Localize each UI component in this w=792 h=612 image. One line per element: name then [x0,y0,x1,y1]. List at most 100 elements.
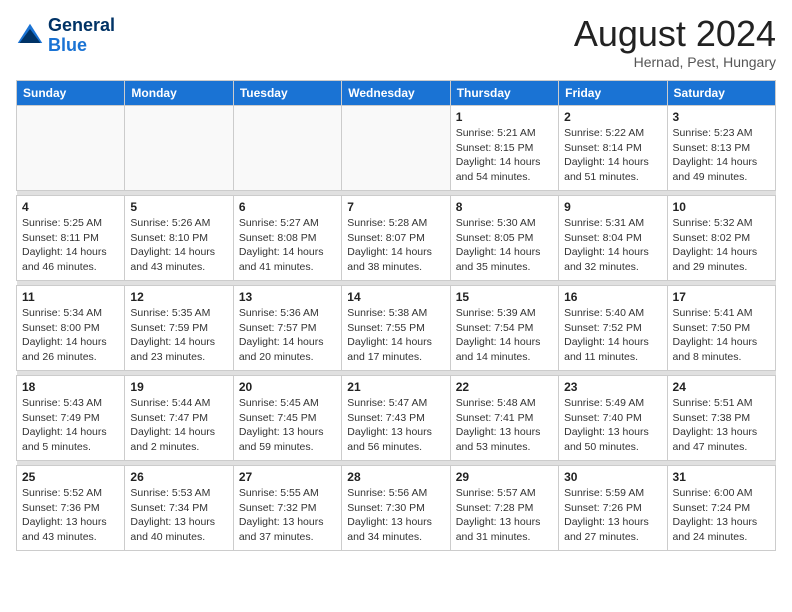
logo-icon [16,22,44,50]
calendar-cell: 2Sunrise: 5:22 AM Sunset: 8:14 PM Daylig… [559,106,667,191]
calendar-cell: 23 Sunrise: 5:49 AM Sunset: 7:40 PM Dayli… [559,376,667,461]
calendar-cell: 10 Sunrise: 5:32 AM Sunset: 8:02 PM Dayli… [667,196,775,281]
calendar-cell: 8 Sunrise: 5:30 AM Sunset: 8:05 PM Daylig… [450,196,558,281]
day-info: Sunrise: 5:59 AM Sunset: 7:26 PM Dayligh… [564,486,661,545]
day-info: Sunrise: 5:25 AM Sunset: 8:11 PM Dayligh… [22,216,119,275]
weekday-header-sunday: Sunday [17,81,125,106]
day-info: Sunrise: 5:49 AM Sunset: 7:40 PM Dayligh… [564,396,661,455]
day-number: 4 [22,200,119,214]
calendar-cell [17,106,125,191]
calendar-cell: 31 Sunrise: 6:00 AM Sunset: 7:24 PM Dayli… [667,466,775,551]
day-info: Sunrise: 5:39 AM Sunset: 7:54 PM Dayligh… [456,306,553,365]
calendar-cell: 26 Sunrise: 5:53 AM Sunset: 7:34 PM Dayli… [125,466,233,551]
day-number: 26 [130,470,227,484]
calendar-cell: 21 Sunrise: 5:47 AM Sunset: 7:43 PM Dayli… [342,376,450,461]
day-number: 2 [564,110,661,124]
day-number: 31 [673,470,770,484]
day-info: Sunrise: 5:56 AM Sunset: 7:30 PM Dayligh… [347,486,444,545]
calendar-cell: 17Sunrise: 5:41 AM Sunset: 7:50 PM Dayli… [667,286,775,371]
calendar-cell: 5 Sunrise: 5:26 AM Sunset: 8:10 PM Daylig… [125,196,233,281]
calendar-cell: 4 Sunrise: 5:25 AM Sunset: 8:11 PM Daylig… [17,196,125,281]
calendar-cell: 22Sunrise: 5:48 AM Sunset: 7:41 PM Dayli… [450,376,558,461]
day-info: Sunrise: 5:31 AM Sunset: 8:04 PM Dayligh… [564,216,661,275]
day-info: Sunrise: 5:21 AM Sunset: 8:15 PM Dayligh… [456,126,553,185]
day-info: Sunrise: 5:52 AM Sunset: 7:36 PM Dayligh… [22,486,119,545]
weekday-header-saturday: Saturday [667,81,775,106]
calendar-cell: 12 Sunrise: 5:35 AM Sunset: 7:59 PM Dayli… [125,286,233,371]
day-number: 12 [130,290,227,304]
day-number: 7 [347,200,444,214]
day-info: Sunrise: 5:26 AM Sunset: 8:10 PM Dayligh… [130,216,227,275]
calendar-cell: 25Sunrise: 5:52 AM Sunset: 7:36 PM Dayli… [17,466,125,551]
day-number: 8 [456,200,553,214]
day-info: Sunrise: 5:47 AM Sunset: 7:43 PM Dayligh… [347,396,444,455]
week-row-4: 18Sunrise: 5:43 AM Sunset: 7:49 PM Dayli… [17,376,776,461]
day-info: Sunrise: 5:27 AM Sunset: 8:08 PM Dayligh… [239,216,336,275]
day-info: Sunrise: 5:57 AM Sunset: 7:28 PM Dayligh… [456,486,553,545]
calendar-cell: 20Sunrise: 5:45 AM Sunset: 7:45 PM Dayli… [233,376,341,461]
calendar-cell: 6 Sunrise: 5:27 AM Sunset: 8:08 PM Daylig… [233,196,341,281]
day-number: 6 [239,200,336,214]
day-info: Sunrise: 5:40 AM Sunset: 7:52 PM Dayligh… [564,306,661,365]
day-info: Sunrise: 5:35 AM Sunset: 7:59 PM Dayligh… [130,306,227,365]
day-info: Sunrise: 5:51 AM Sunset: 7:38 PM Dayligh… [673,396,770,455]
day-number: 11 [22,290,119,304]
day-number: 1 [456,110,553,124]
title-block: August 2024 Hernad, Pest, Hungary [574,16,776,70]
day-number: 3 [673,110,770,124]
day-info: Sunrise: 5:41 AM Sunset: 7:50 PM Dayligh… [673,306,770,365]
calendar-cell: 16 Sunrise: 5:40 AM Sunset: 7:52 PM Dayli… [559,286,667,371]
week-row-1: 1 Sunrise: 5:21 AM Sunset: 8:15 PM Daylig… [17,106,776,191]
day-number: 16 [564,290,661,304]
day-number: 15 [456,290,553,304]
calendar-cell: 13 Sunrise: 5:36 AM Sunset: 7:57 PM Dayli… [233,286,341,371]
calendar-cell [125,106,233,191]
day-info: Sunrise: 5:32 AM Sunset: 8:02 PM Dayligh… [673,216,770,275]
day-number: 21 [347,380,444,394]
day-number: 27 [239,470,336,484]
day-info: Sunrise: 5:53 AM Sunset: 7:34 PM Dayligh… [130,486,227,545]
calendar-cell: 7 Sunrise: 5:28 AM Sunset: 8:07 PM Daylig… [342,196,450,281]
day-info: Sunrise: 5:48 AM Sunset: 7:41 PM Dayligh… [456,396,553,455]
day-number: 14 [347,290,444,304]
day-number: 28 [347,470,444,484]
day-info: Sunrise: 5:38 AM Sunset: 7:55 PM Dayligh… [347,306,444,365]
weekday-header-thursday: Thursday [450,81,558,106]
logo: General Blue [16,16,115,56]
location: Hernad, Pest, Hungary [574,54,776,70]
day-info: Sunrise: 6:00 AM Sunset: 7:24 PM Dayligh… [673,486,770,545]
day-info: Sunrise: 5:30 AM Sunset: 8:05 PM Dayligh… [456,216,553,275]
calendar-cell: 29Sunrise: 5:57 AM Sunset: 7:28 PM Dayli… [450,466,558,551]
day-number: 5 [130,200,227,214]
logo-text: General Blue [48,16,115,56]
day-info: Sunrise: 5:28 AM Sunset: 8:07 PM Dayligh… [347,216,444,275]
day-number: 18 [22,380,119,394]
weekday-header-friday: Friday [559,81,667,106]
weekday-header-tuesday: Tuesday [233,81,341,106]
day-number: 23 [564,380,661,394]
calendar-cell: 18Sunrise: 5:43 AM Sunset: 7:49 PM Dayli… [17,376,125,461]
day-info: Sunrise: 5:34 AM Sunset: 8:00 PM Dayligh… [22,306,119,365]
day-info: Sunrise: 5:36 AM Sunset: 7:57 PM Dayligh… [239,306,336,365]
day-info: Sunrise: 5:44 AM Sunset: 7:47 PM Dayligh… [130,396,227,455]
weekday-header-monday: Monday [125,81,233,106]
day-number: 24 [673,380,770,394]
calendar-cell: 11 Sunrise: 5:34 AM Sunset: 8:00 PM Dayli… [17,286,125,371]
calendar-cell: 9 Sunrise: 5:31 AM Sunset: 8:04 PM Daylig… [559,196,667,281]
calendar-cell: 24 Sunrise: 5:51 AM Sunset: 7:38 PM Dayli… [667,376,775,461]
day-info: Sunrise: 5:23 AM Sunset: 8:13 PM Dayligh… [673,126,770,185]
calendar-cell: 14 Sunrise: 5:38 AM Sunset: 7:55 PM Dayli… [342,286,450,371]
calendar-cell [233,106,341,191]
week-row-2: 4 Sunrise: 5:25 AM Sunset: 8:11 PM Daylig… [17,196,776,281]
week-row-3: 11 Sunrise: 5:34 AM Sunset: 8:00 PM Dayli… [17,286,776,371]
day-info: Sunrise: 5:55 AM Sunset: 7:32 PM Dayligh… [239,486,336,545]
week-row-5: 25Sunrise: 5:52 AM Sunset: 7:36 PM Dayli… [17,466,776,551]
month-title: August 2024 [574,16,776,52]
day-number: 10 [673,200,770,214]
day-info: Sunrise: 5:45 AM Sunset: 7:45 PM Dayligh… [239,396,336,455]
day-number: 13 [239,290,336,304]
calendar-cell: 28 Sunrise: 5:56 AM Sunset: 7:30 PM Dayli… [342,466,450,551]
day-number: 30 [564,470,661,484]
day-number: 9 [564,200,661,214]
calendar-cell: 19Sunrise: 5:44 AM Sunset: 7:47 PM Dayli… [125,376,233,461]
